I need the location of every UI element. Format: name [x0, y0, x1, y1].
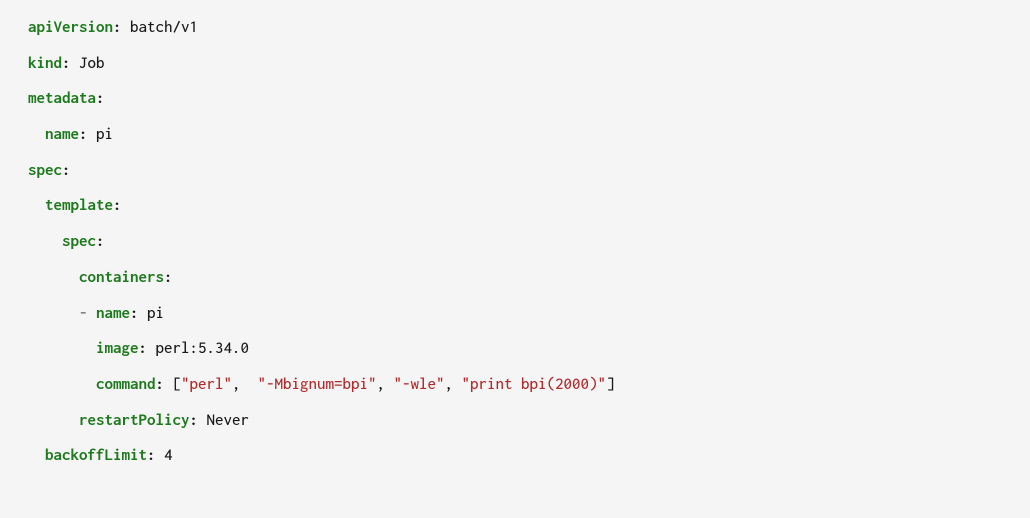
colon: : — [147, 446, 156, 464]
comma: , — [232, 375, 241, 393]
yaml-key: name — [96, 304, 130, 322]
bracket-open: [ — [173, 375, 182, 393]
colon: : — [96, 232, 105, 250]
colon: : — [113, 18, 122, 36]
yaml-key: command — [96, 375, 156, 393]
yaml-string: "-Mbignum=bpi" — [258, 375, 377, 393]
colon: : — [190, 411, 199, 429]
yaml-key: apiVersion — [28, 18, 113, 36]
yaml-key: spec — [28, 161, 62, 179]
yaml-value: 4 — [164, 446, 173, 464]
comma: , — [445, 375, 454, 393]
yaml-value: pi — [147, 304, 164, 322]
yaml-string: "print bpi(2000)" — [462, 375, 607, 393]
yaml-key: spec — [62, 232, 96, 250]
yaml-value: perl:5.34.0 — [156, 339, 250, 357]
colon: : — [79, 125, 88, 143]
yaml-value: Job — [79, 54, 105, 72]
yaml-key: restartPolicy — [79, 411, 190, 429]
colon: : — [62, 54, 71, 72]
colon: : — [164, 268, 173, 286]
yaml-code-block: apiVersion: batch/v1 kind: Job metadata:… — [28, 10, 1002, 474]
yaml-key: containers — [79, 268, 164, 286]
yaml-key: template — [45, 196, 113, 214]
yaml-key: metadata — [28, 89, 96, 107]
yaml-string: "-wle" — [394, 375, 445, 393]
bracket-close: ] — [606, 375, 615, 393]
colon: : — [62, 161, 71, 179]
yaml-dash: - — [79, 304, 88, 322]
yaml-value: batch/v1 — [130, 18, 198, 36]
yaml-value: Never — [207, 411, 250, 429]
yaml-key: image — [96, 339, 139, 357]
colon: : — [139, 339, 148, 357]
yaml-key: backoffLimit — [45, 446, 147, 464]
yaml-key: name — [45, 125, 79, 143]
colon: : — [113, 196, 122, 214]
comma: , — [377, 375, 386, 393]
colon: : — [130, 304, 139, 322]
yaml-key: kind — [28, 54, 62, 72]
yaml-value: pi — [96, 125, 113, 143]
colon: : — [156, 375, 165, 393]
yaml-string: "perl" — [181, 375, 232, 393]
colon: : — [96, 89, 105, 107]
